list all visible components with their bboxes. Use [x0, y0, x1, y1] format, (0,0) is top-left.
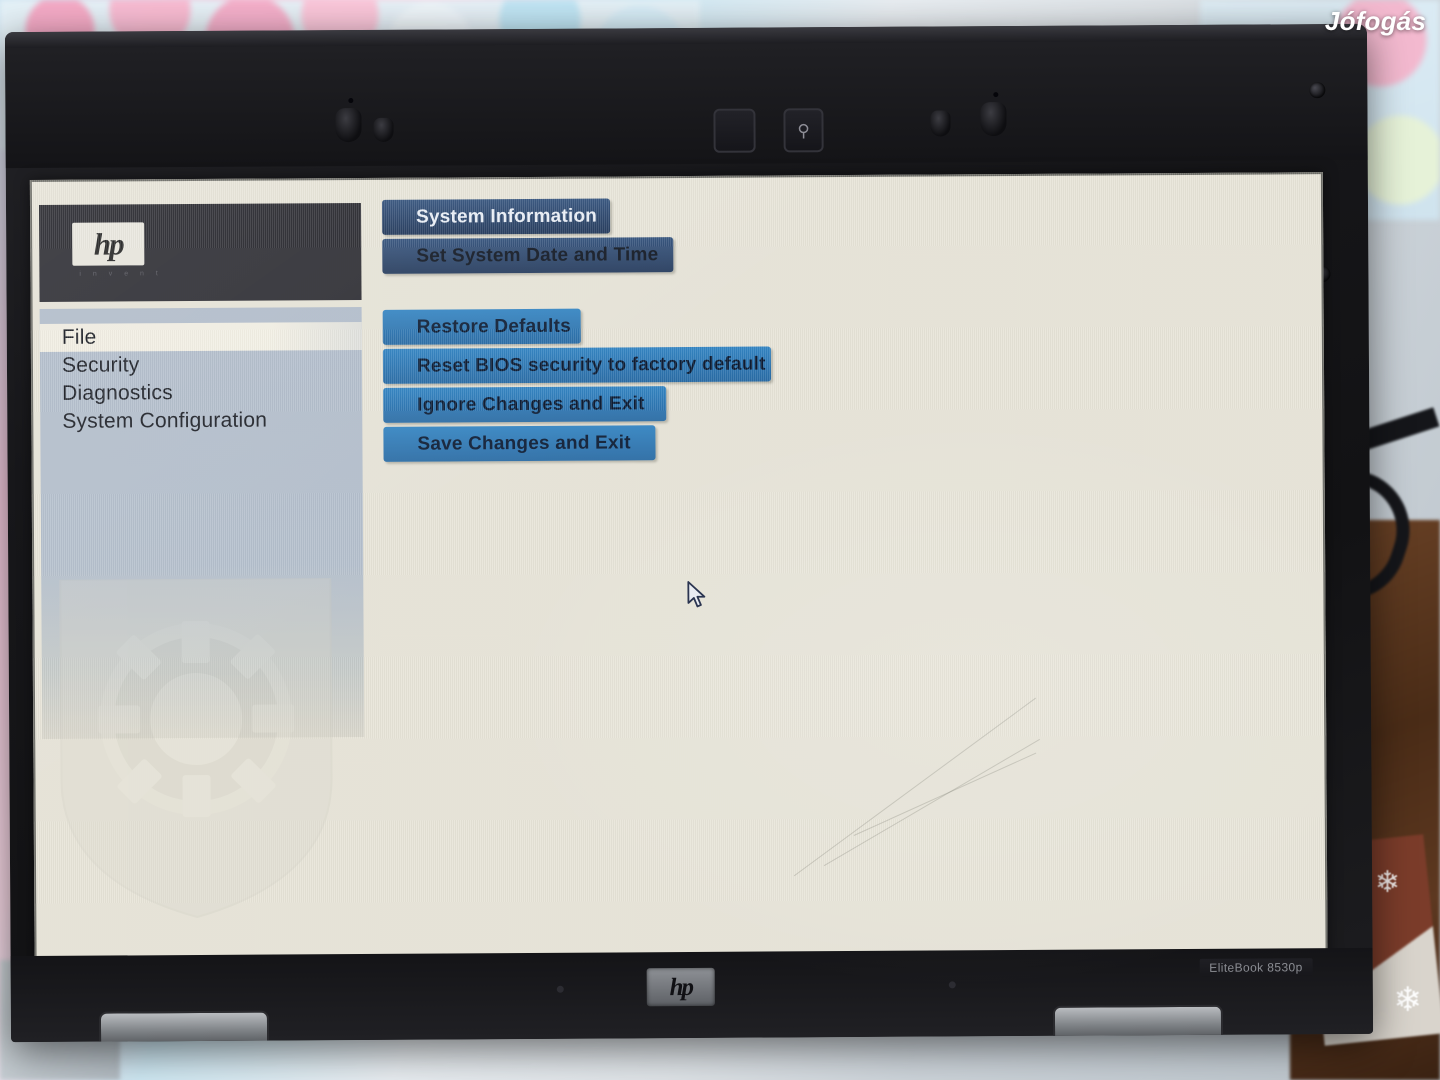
screen-scratch: [793, 697, 1037, 877]
button-label: Restore Defaults: [416, 315, 571, 338]
sidebar-item-security[interactable]: Security: [40, 350, 362, 380]
model-label: EliteBook 8530p: [1199, 958, 1313, 977]
button-save-changes-and-exit[interactable]: Save Changes and Exit: [383, 425, 656, 462]
bios-sidebar-menu: File Security Diagnostics System Configu…: [39, 321, 363, 436]
bios-setup-utility: hp i n v e n t File Security Diagnostics…: [29, 172, 1328, 1019]
bios-brand-header: hp i n v e n t: [38, 202, 362, 302]
sidebar-item-label: Diagnostics: [62, 381, 173, 405]
hp-badge-text: hp: [669, 973, 693, 1001]
lid-latch-left: [335, 107, 362, 143]
sidebar-item-file[interactable]: File: [39, 321, 362, 352]
button-ignore-changes-and-exit[interactable]: Ignore Changes and Exit: [383, 386, 667, 423]
lid-latch-right-secondary: [930, 110, 951, 137]
bezel-pinhole: [993, 92, 999, 98]
button-label: Set System Date and Time: [416, 243, 659, 267]
hp-tagline: i n v e n t: [79, 270, 163, 278]
sidebar-item-label: Security: [61, 353, 140, 377]
button-label: Ignore Changes and Exit: [417, 392, 645, 416]
bios-main-actions: System Information Set System Date and T…: [381, 195, 1184, 466]
bottom-bezel: hp EliteBook 8530p: [10, 947, 1374, 1043]
lid-latch-right: [980, 102, 1007, 137]
button-reset-bios-security[interactable]: Reset BIOS security to factory default: [382, 346, 772, 384]
hp-brand-badge: hp: [646, 967, 715, 1007]
hp-logo-text: hp: [93, 226, 123, 262]
screen-scratch: [823, 738, 1041, 867]
sidebar-item-label: System Configuration: [62, 408, 268, 433]
bezel-dot: [948, 981, 956, 989]
keyboard-light-button[interactable]: ⚲: [783, 108, 824, 153]
screen-scratch: [853, 752, 1037, 836]
sidebar-item-diagnostics[interactable]: Diagnostics: [40, 378, 362, 408]
laptop-screen: hp i n v e n t File Security Diagnostics…: [29, 172, 1328, 1019]
button-set-system-date-and-time[interactable]: Set System Date and Time: [382, 237, 674, 274]
lid-latch-left-secondary: [373, 117, 394, 142]
lamp-icon: ⚲: [797, 120, 810, 140]
button-label: System Information: [415, 205, 598, 228]
bezel-pinhole: [348, 98, 354, 104]
button-system-information[interactable]: System Information: [381, 198, 611, 235]
top-bezel: ⚲: [5, 39, 1368, 169]
hinge-cover-right: [1052, 1004, 1224, 1040]
bezel-dot: [556, 985, 564, 993]
snowflake-icon: ❄: [1374, 866, 1400, 899]
sidebar-item-label: File: [61, 325, 97, 349]
bezel-screw: [1309, 82, 1326, 99]
site-watermark: Jófogás: [1324, 6, 1426, 36]
ambient-sensor-button[interactable]: [713, 108, 756, 153]
button-label: Save Changes and Exit: [417, 431, 631, 455]
laptop-device: ⚲ hp i n v e n t File Security Diagnosti…: [4, 23, 1374, 1043]
button-restore-defaults[interactable]: Restore Defaults: [382, 308, 581, 345]
button-group-spacer: [382, 273, 1182, 310]
hinge-cover-left: [98, 1010, 270, 1043]
sidebar-item-system-configuration[interactable]: System Configuration: [40, 406, 362, 436]
hp-logo: hp: [72, 222, 145, 266]
mouse-cursor: [686, 581, 708, 616]
snowflake-icon: ❄: [1393, 981, 1423, 1019]
button-label: Reset BIOS security to factory default: [416, 353, 766, 377]
